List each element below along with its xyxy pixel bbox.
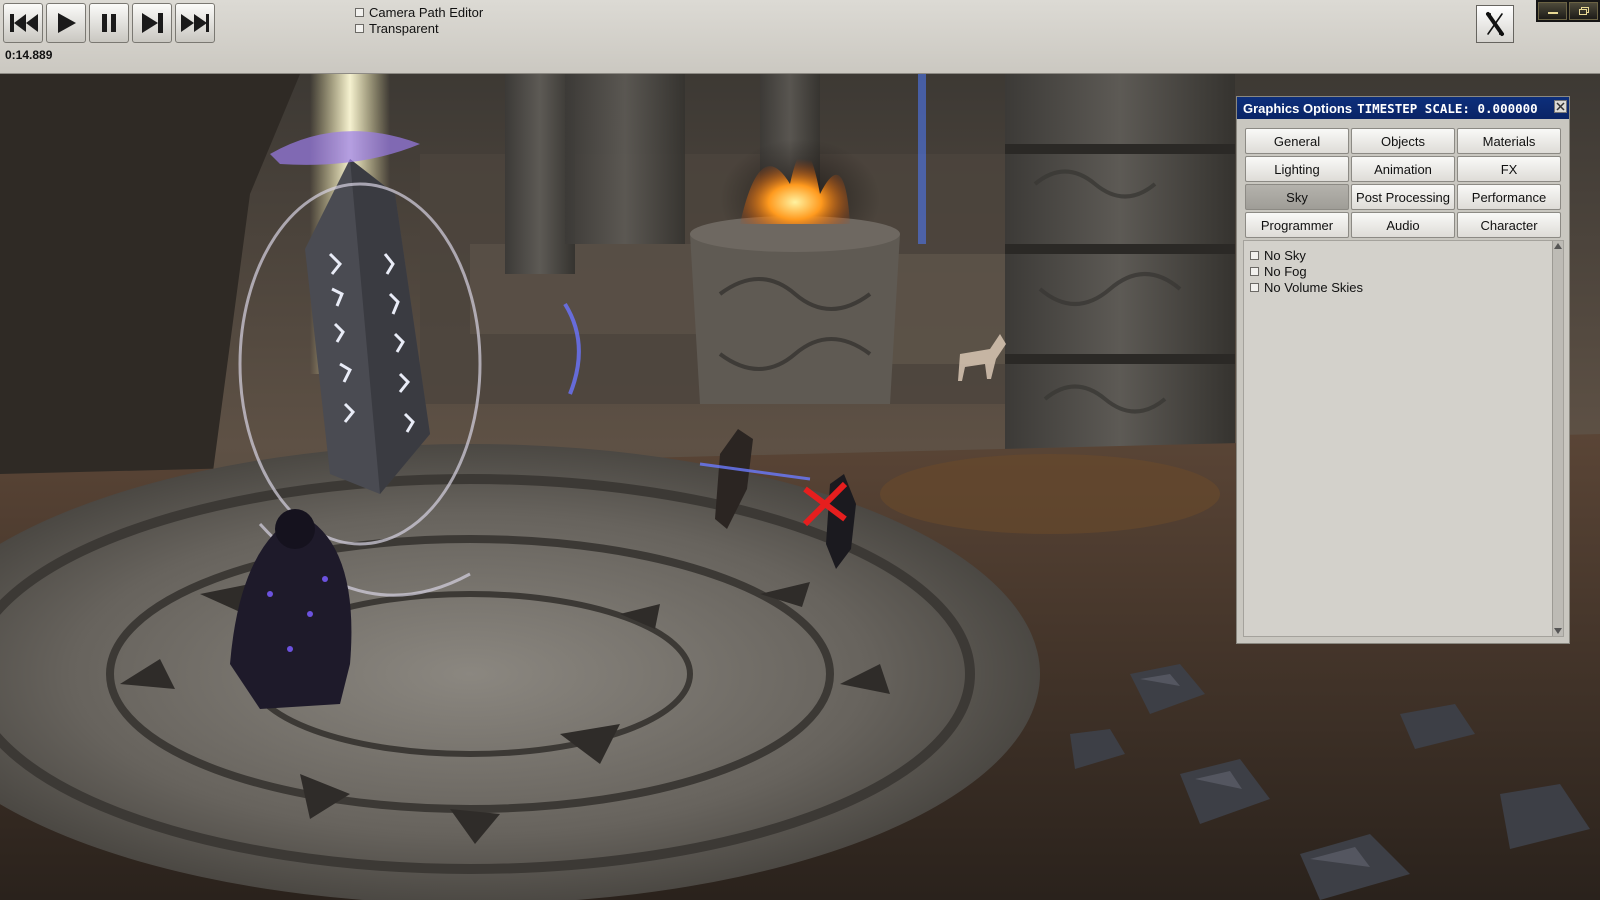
no-fog-checkbox[interactable]: No Fog xyxy=(1250,264,1307,279)
checkbox-label: Camera Path Editor xyxy=(369,5,484,20)
checkbox-box[interactable] xyxy=(1250,283,1259,292)
pause-button[interactable] xyxy=(89,3,129,43)
panel-close-button[interactable] xyxy=(1554,100,1567,113)
vertical-scrollbar[interactable] xyxy=(1552,241,1563,636)
checkbox-box[interactable] xyxy=(355,8,364,17)
close-x-button[interactable] xyxy=(1476,5,1514,43)
rewind-button[interactable] xyxy=(3,3,43,43)
minimize-button[interactable] xyxy=(1538,2,1567,20)
panel-tabs: General Objects Materials Lighting Anima… xyxy=(1245,128,1563,238)
camera-path-editor-checkbox[interactable]: Camera Path Editor xyxy=(355,5,483,20)
fast-forward-icon xyxy=(181,14,209,32)
transparent-checkbox[interactable]: Transparent xyxy=(355,21,439,36)
rewind-icon xyxy=(10,14,38,32)
step-forward-icon xyxy=(142,13,163,33)
tab-animation[interactable]: Animation xyxy=(1351,156,1455,182)
fast-forward-button[interactable] xyxy=(175,3,215,43)
no-volume-skies-checkbox[interactable]: No Volume Skies xyxy=(1250,280,1363,295)
scroll-down-icon[interactable] xyxy=(1553,626,1563,636)
checkbox-label: No Fog xyxy=(1264,264,1307,279)
top-toolbar: 0:14.889 Camera Path Editor Transparent xyxy=(0,0,1600,74)
sky-options-list: No Sky No Fog No Volume Skies xyxy=(1243,240,1564,637)
tab-character[interactable]: Character xyxy=(1457,212,1561,238)
checkbox-label: Transparent xyxy=(369,21,439,36)
tab-objects[interactable]: Objects xyxy=(1351,128,1455,154)
minimize-icon xyxy=(1547,12,1558,14)
tab-general[interactable]: General xyxy=(1245,128,1349,154)
tab-fx[interactable]: FX xyxy=(1457,156,1561,182)
checkbox-box[interactable] xyxy=(355,24,364,33)
scroll-up-icon[interactable] xyxy=(1553,241,1563,251)
window-controls xyxy=(1536,0,1600,22)
checkbox-box[interactable] xyxy=(1250,251,1259,260)
tab-post-processing[interactable]: Post Processing xyxy=(1351,184,1455,210)
panel-title-bar[interactable]: Graphics Options TIMESTEP SCALE: 0.00000… xyxy=(1237,97,1569,119)
pause-icon xyxy=(102,14,116,32)
restore-button[interactable] xyxy=(1569,2,1598,20)
play-icon xyxy=(58,13,76,33)
no-sky-checkbox[interactable]: No Sky xyxy=(1250,248,1306,263)
tab-performance[interactable]: Performance xyxy=(1457,184,1561,210)
step-forward-button[interactable] xyxy=(132,3,172,43)
graphics-options-panel: Graphics Options TIMESTEP SCALE: 0.00000… xyxy=(1236,96,1570,644)
tab-programmer[interactable]: Programmer xyxy=(1245,212,1349,238)
panel-title: Graphics Options xyxy=(1243,100,1353,116)
timecode: 0:14.889 xyxy=(5,48,53,62)
checkbox-label: No Volume Skies xyxy=(1264,280,1363,295)
tab-materials[interactable]: Materials xyxy=(1457,128,1561,154)
tab-audio[interactable]: Audio xyxy=(1351,212,1455,238)
close-x-icon xyxy=(1486,12,1504,36)
checkbox-label: No Sky xyxy=(1264,248,1306,263)
timestep-scale: TIMESTEP SCALE: 0.000000 xyxy=(1357,100,1538,116)
close-icon xyxy=(1556,102,1565,111)
play-button[interactable] xyxy=(46,3,86,43)
tab-sky[interactable]: Sky xyxy=(1245,184,1349,210)
restore-icon xyxy=(1578,7,1589,15)
tab-lighting[interactable]: Lighting xyxy=(1245,156,1349,182)
checkbox-box[interactable] xyxy=(1250,267,1259,276)
